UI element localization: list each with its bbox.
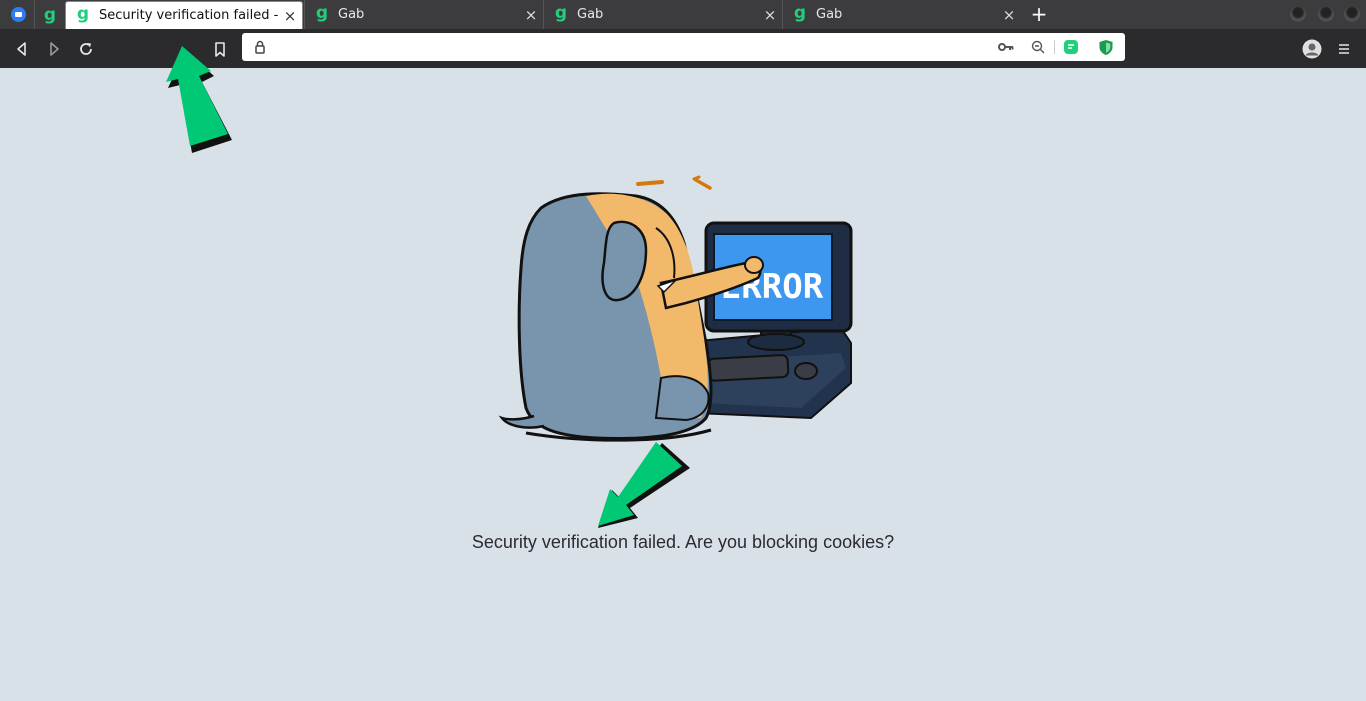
- lock-icon[interactable]: [252, 39, 268, 55]
- hamburger-menu-icon: [1339, 44, 1349, 54]
- messenger-icon[interactable]: [11, 7, 26, 22]
- tab-title: Gab: [338, 7, 365, 22]
- maximize-button[interactable]: [1318, 6, 1334, 22]
- close-tab-icon[interactable]: ×: [282, 7, 298, 25]
- tab-gab-3[interactable]: g Gab ×: [782, 0, 1021, 29]
- tab-title: Gab: [816, 7, 843, 22]
- forward-icon: [50, 42, 59, 56]
- zoom-out-icon[interactable]: [1030, 39, 1046, 55]
- close-tab-icon[interactable]: ×: [523, 6, 539, 24]
- g-logo-icon: g: [554, 3, 568, 23]
- new-tab-button[interactable]: +: [1028, 3, 1050, 25]
- address-bar[interactable]: [242, 33, 1125, 61]
- close-window-button[interactable]: [1344, 6, 1360, 22]
- tab-gab-2[interactable]: g Gab ×: [543, 0, 782, 29]
- forward-button[interactable]: [43, 38, 65, 60]
- back-button[interactable]: [11, 38, 33, 60]
- reload-icon: [80, 43, 92, 55]
- page-content: ERROR Security verification failed. Are …: [0, 46, 1366, 701]
- gab-extension-icon[interactable]: [1063, 39, 1079, 55]
- g-logo-icon: g: [315, 3, 329, 23]
- tab-security-verification[interactable]: g Security verification failed - ×: [65, 1, 303, 29]
- back-icon: [17, 42, 26, 56]
- profile-button[interactable]: [1301, 38, 1323, 60]
- menu-button[interactable]: [1333, 38, 1355, 60]
- key-icon[interactable]: [998, 39, 1014, 55]
- g-logo-icon: g: [43, 4, 57, 25]
- tab-title: Gab: [577, 7, 604, 22]
- tab-strip: g g Security verification failed - × g G…: [0, 0, 1366, 29]
- avatar-icon: [1302, 39, 1322, 59]
- error-elephant-illustration: ERROR: [498, 175, 853, 442]
- close-tab-icon[interactable]: ×: [1001, 6, 1017, 24]
- g-logo-icon: g: [76, 4, 90, 24]
- shield-icon[interactable]: [1098, 39, 1114, 55]
- g-logo-icon: g: [793, 3, 807, 23]
- reload-button[interactable]: [75, 38, 97, 60]
- tab-title: Security verification failed -: [99, 8, 279, 23]
- error-message: Security verification failed. Are you bl…: [471, 532, 895, 552]
- annotation-arrow-up: [166, 46, 232, 153]
- pinned-tab-gab[interactable]: g: [34, 0, 65, 29]
- close-tab-icon[interactable]: ×: [762, 6, 778, 24]
- minimize-button[interactable]: [1290, 6, 1306, 22]
- annotation-arrow-down: [598, 442, 690, 528]
- tab-gab-1[interactable]: g Gab ×: [304, 0, 543, 29]
- divider: [1054, 40, 1055, 54]
